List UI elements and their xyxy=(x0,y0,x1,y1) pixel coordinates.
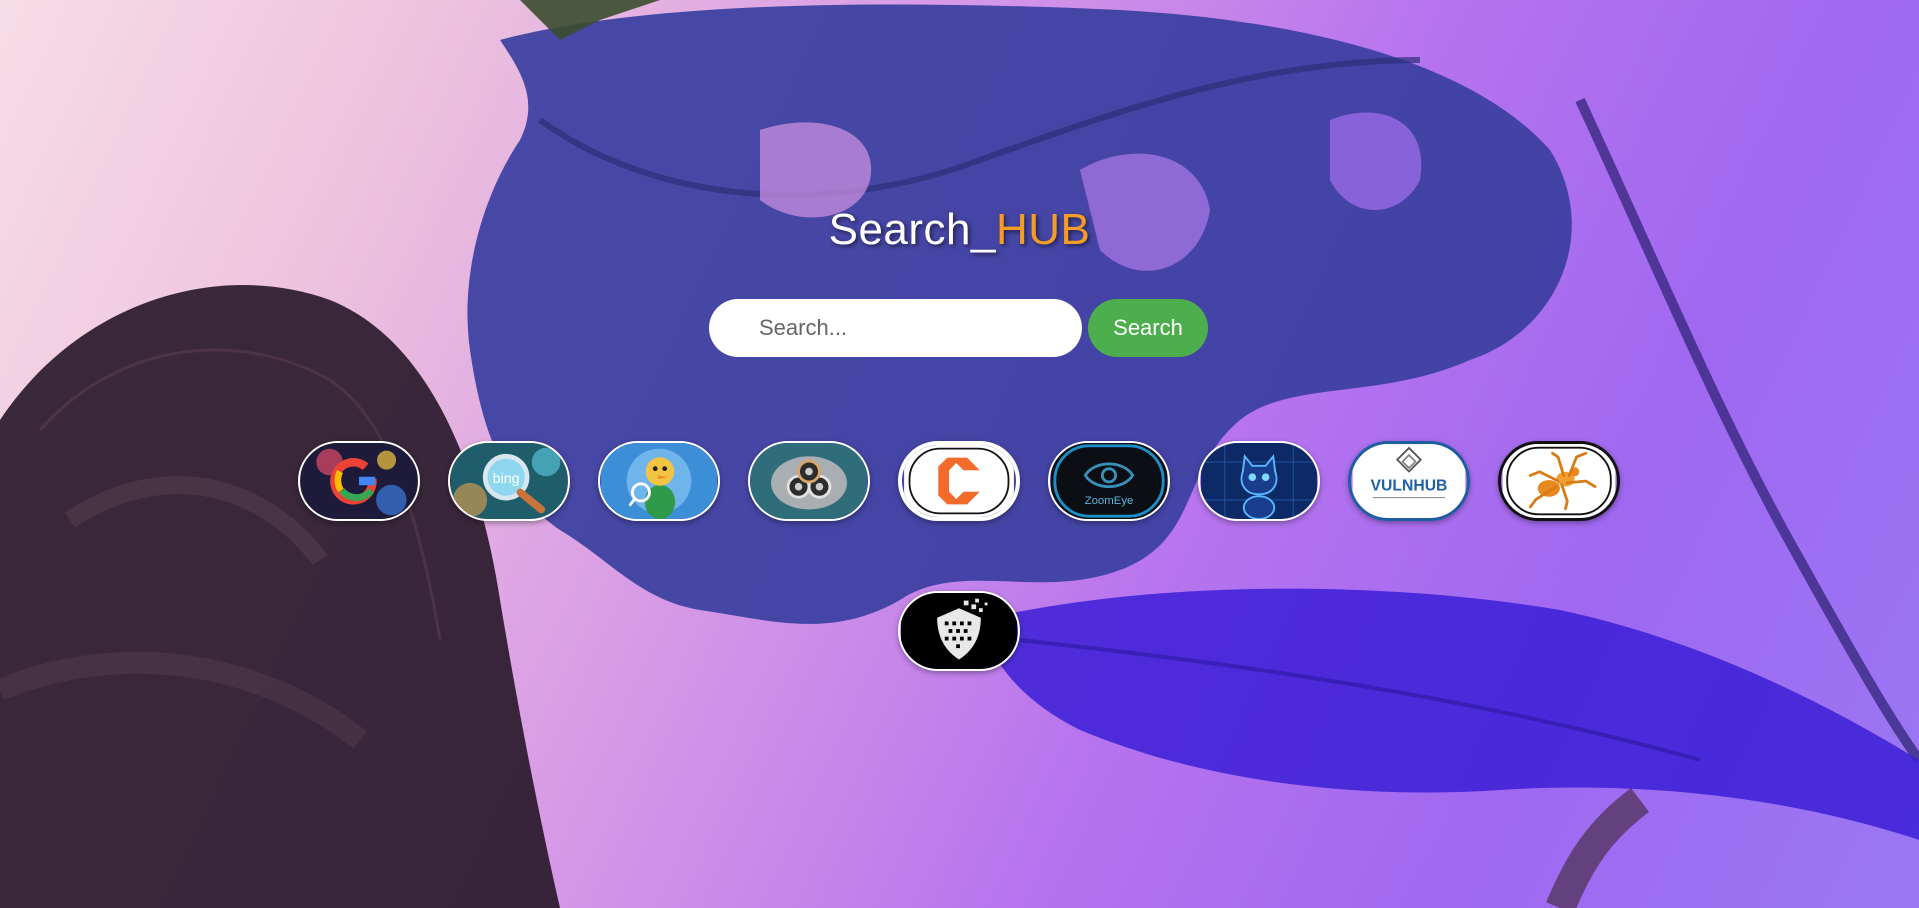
engine-link-vulnhub[interactable]: VULNHUB xyxy=(1348,441,1470,521)
bing-label: bing xyxy=(493,471,520,487)
github-icon xyxy=(1201,443,1317,519)
engine-link-censys[interactable] xyxy=(898,441,1020,521)
duckduckgo-icon xyxy=(601,443,717,519)
shield-icon xyxy=(901,593,1017,669)
google-icon xyxy=(301,443,417,519)
title-accent-text: HUB xyxy=(995,205,1091,254)
page-background: Search_HUB Search... Search bing ZoomEye… xyxy=(0,0,1919,908)
engine-link-github[interactable] xyxy=(1198,441,1320,521)
title-main-text: Search_ xyxy=(828,205,996,254)
search-button[interactable]: Search xyxy=(1088,299,1208,357)
censys-icon xyxy=(904,445,1014,517)
zoomeye-icon: ZoomEye xyxy=(1051,443,1167,519)
spider-icon xyxy=(1502,444,1616,518)
search-input[interactable] xyxy=(709,299,1082,357)
engine-link-duckduckgo[interactable] xyxy=(598,441,720,521)
search-bar: Search xyxy=(709,299,1208,357)
vulnhub-icon: VULNHUB xyxy=(1352,444,1466,518)
engine-link-search-engine[interactable] xyxy=(748,441,870,521)
search-engine-icon xyxy=(751,443,867,519)
engine-link-shield[interactable] xyxy=(898,591,1020,671)
engine-link-google[interactable] xyxy=(298,441,420,521)
page-title: Search_HUB xyxy=(0,205,1919,255)
engine-link-bing[interactable]: bing xyxy=(448,441,570,521)
engine-link-spider[interactable] xyxy=(1498,441,1620,521)
vulnhub-label: VULNHUB xyxy=(1371,477,1448,494)
bing-icon: bing xyxy=(451,443,567,519)
engine-link-zoomeye[interactable]: ZoomEye xyxy=(1048,441,1170,521)
zoomeye-label: ZoomEye xyxy=(1085,495,1134,507)
